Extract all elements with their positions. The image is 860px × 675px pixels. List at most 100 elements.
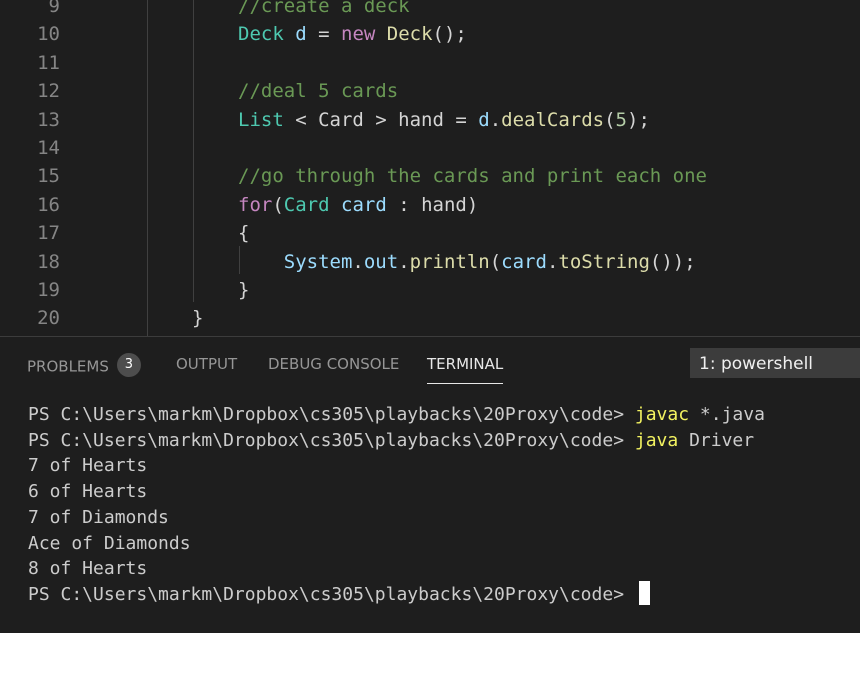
code-text: //deal 5 cards (238, 77, 398, 105)
code-token: ( (489, 250, 502, 273)
code-line[interactable]: 9 //create a deck (0, 0, 860, 20)
terminal-prompt: PS C:\Users\markm\Dropbox\cs305\playback… (28, 404, 635, 425)
terminal-selector[interactable]: 1: powershell (690, 348, 860, 378)
terminal-line: 6 of Hearts (28, 479, 147, 505)
terminal-cursor (638, 580, 650, 605)
code-token: d (478, 108, 490, 131)
line-number: 20 (37, 307, 60, 330)
code-token: //go through the cards and print each on… (238, 165, 707, 188)
terminal-line: 7 of Diamonds (28, 505, 169, 531)
line-number: 13 (37, 108, 60, 131)
code-token: for (238, 193, 273, 216)
terminal-text: 7 of Hearts (28, 455, 148, 477)
terminal-text: Ace of Diamonds (28, 532, 191, 554)
terminal-line: PS C:\Users\markm\Dropbox\cs305\playback… (28, 402, 765, 428)
code-line[interactable]: 11 (0, 49, 860, 77)
tab-problems[interactable]: PROBLEMS 3 (27, 353, 141, 385)
code-text: List < Card > hand = d.dealCards(5); (238, 106, 650, 134)
terminal-command: java (634, 429, 679, 451)
code-line[interactable]: 16 for(Card card : hand) (0, 191, 860, 219)
code-text: } (192, 304, 203, 332)
tab-label: TERMINAL (427, 355, 504, 373)
code-token: //create a deck (238, 0, 410, 17)
terminal-args: Driver (678, 429, 755, 451)
bottom-panel: PROBLEMS 3 OUTPUT DEBUG CONSOLE TERMINAL … (0, 336, 860, 633)
line-number: 17 (37, 222, 60, 245)
terminal-command: javac (634, 404, 690, 425)
line-number: 18 (37, 250, 60, 273)
code-token: { (238, 222, 250, 245)
terminal-text: 8 of Hearts (28, 558, 148, 580)
line-number: 15 (37, 165, 60, 188)
line-number: 19 (37, 279, 60, 301)
code-text: } (238, 276, 249, 304)
line-number: 10 (37, 23, 60, 46)
code-token: new (341, 23, 376, 46)
code-line[interactable]: 17 { (0, 219, 860, 247)
line-number: 14 (37, 137, 60, 159)
tab-label: DEBUG CONSOLE (268, 355, 400, 373)
tab-label: OUTPUT (176, 355, 238, 373)
line-number: 12 (37, 80, 60, 103)
code-token: . (489, 108, 502, 131)
code-token: println (409, 250, 490, 273)
code-token: : hand) (386, 193, 479, 216)
terminal-line: PS C:\Users\markm\Dropbox\cs305\playback… (28, 580, 650, 608)
code-token: Deck (238, 23, 284, 46)
terminal-line: 8 of Hearts (28, 556, 147, 582)
terminal-text: 6 of Hearts (28, 481, 148, 503)
code-token: . (352, 250, 364, 273)
code-token: Card (283, 193, 330, 216)
terminal-text: 7 of Diamonds (28, 506, 169, 528)
terminal-prompt: PS C:\Users\markm\Dropbox\cs305\playback… (28, 429, 635, 451)
terminal-line: 7 of Hearts (28, 453, 147, 479)
code-editor[interactable]: 9//create a deck 10 Deck d = new Deck(); 11… (0, 0, 860, 336)
code-token: } (238, 279, 250, 301)
code-line[interactable]: 20} (0, 304, 860, 332)
code-token: Deck (386, 23, 433, 46)
code-token: card (501, 250, 547, 273)
code-token: < Card > hand = (283, 108, 479, 131)
code-line[interactable]: 13 List < Card > hand = d.dealCards(5); (0, 106, 860, 134)
terminal-line: Ace of Diamonds (28, 531, 191, 557)
line-number: 16 (37, 193, 60, 216)
code-token: dealCards (501, 108, 605, 131)
code-token: System (283, 250, 353, 273)
code-token: card (341, 193, 387, 216)
line-number: 9 (48, 0, 60, 17)
code-line[interactable]: 10 Deck d = new Deck(); (0, 20, 860, 48)
tab-output[interactable]: OUTPUT (176, 355, 237, 385)
code-token: 5 (615, 108, 627, 131)
code-token: out (363, 250, 399, 273)
code-token: d (295, 23, 307, 46)
code-token: toString (558, 250, 650, 273)
code-text: System.out.println(card.toString()); (238, 248, 696, 276)
code-line[interactable]: 18 System.out.println(card.toString()); (0, 248, 860, 276)
tab-debug-console[interactable]: DEBUG CONSOLE (268, 355, 399, 385)
terminal-prompt: PS C:\Users\markm\Dropbox\cs305\playback… (28, 583, 635, 605)
problems-count-badge: 3 (116, 353, 141, 377)
code-text: for(Card card : hand) (238, 191, 478, 219)
code-token: } (192, 307, 204, 330)
tab-terminal[interactable]: TERMINAL (427, 355, 504, 384)
code-token: = (306, 23, 341, 46)
code-token: . (546, 250, 559, 273)
terminal-line: PS C:\Users\markm\Dropbox\cs305\playback… (28, 428, 754, 454)
tab-label: PROBLEMS (27, 357, 109, 376)
code-line[interactable]: 19} (0, 276, 860, 304)
code-token: . (398, 250, 410, 273)
code-line[interactable]: 12 //deal 5 cards (0, 77, 860, 105)
code-line[interactable]: 14 (0, 134, 860, 162)
code-token: List (238, 108, 284, 131)
code-text: Deck d = new Deck(); (238, 20, 467, 48)
code-token: ); (627, 108, 650, 131)
code-line[interactable]: 15 //go through the cards and print each … (0, 162, 860, 190)
terminal-args: *.java (689, 404, 765, 425)
line-number: 11 (37, 51, 60, 74)
code-token: ()); (649, 250, 696, 273)
code-text: //create a deck (238, 0, 410, 20)
